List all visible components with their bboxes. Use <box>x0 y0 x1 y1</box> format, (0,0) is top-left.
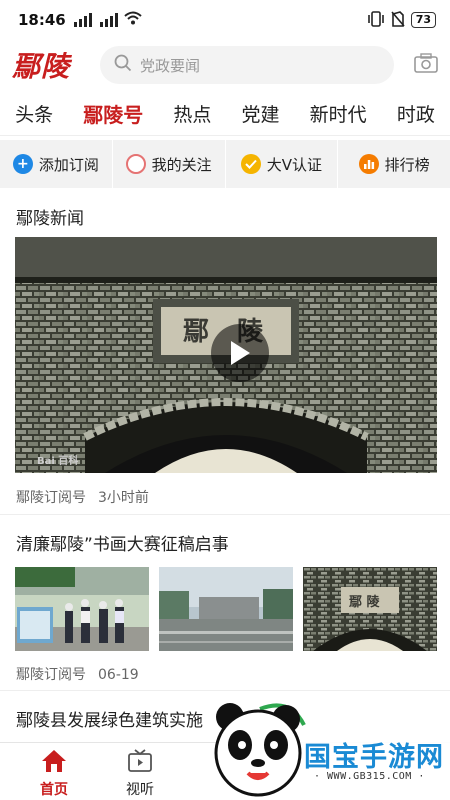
home-icon <box>41 750 67 777</box>
tv-icon <box>127 749 153 777</box>
feed-image-row: 鄢 陵 <box>15 567 437 651</box>
plus-circle-icon: + <box>12 154 33 174</box>
svg-text:鄢 陵: 鄢 陵 <box>349 594 381 610</box>
camera-icon <box>414 53 438 77</box>
divider <box>0 690 450 691</box>
ad-brand: 国宝手游网 <box>304 742 444 773</box>
action-label: 添加订阅 <box>38 155 99 174</box>
ring-icon <box>125 154 146 174</box>
nav-home[interactable]: 首页 <box>24 749 84 799</box>
divider <box>0 514 450 515</box>
nav-label: 视听 <box>126 782 154 798</box>
nav-media[interactable]: 视听 <box>110 749 170 799</box>
feed-item-title[interactable]: 鄢陵县发展绿色建筑实施 <box>16 706 203 731</box>
bar-chart-icon <box>358 154 379 174</box>
my-follows-button[interactable]: 我的关注 <box>113 140 226 188</box>
status-time: 18:46 <box>18 11 66 29</box>
action-label: 大V认证 <box>266 155 322 174</box>
site-watermark-ad: 国宝手游网 · WWW.GB315.COM · <box>200 695 450 800</box>
feed-time: 3小时前 <box>98 490 149 506</box>
thumbnail-image[interactable]: 鄢 陵 <box>303 567 437 651</box>
tab-party[interactable]: 党建 <box>242 100 280 127</box>
ranking-button[interactable]: 排行榜 <box>338 140 450 188</box>
thumbnail-image[interactable] <box>159 567 293 651</box>
signal-icon-2 <box>99 13 118 27</box>
nav-label: 首页 <box>40 782 68 798</box>
camera-button[interactable] <box>394 53 438 77</box>
search-placeholder: 党政要闻 <box>140 56 201 75</box>
wifi-icon <box>124 11 142 29</box>
feed-source[interactable]: 鄢陵订阅号 <box>16 490 86 506</box>
check-circle-icon <box>240 154 261 174</box>
app-logo: 鄢陵 <box>12 50 71 83</box>
play-button[interactable] <box>211 324 269 382</box>
no-sim-icon <box>391 10 405 30</box>
thumbnail-image[interactable] <box>15 567 149 651</box>
action-label: 我的关注 <box>151 155 212 174</box>
verified-v-button[interactable]: 大V认证 <box>226 140 339 188</box>
subscription-actions: + 添加订阅 我的关注 大V认证 排行榜 <box>0 140 450 188</box>
feed-item-title[interactable]: 鄢陵新闻 <box>16 204 84 229</box>
action-label: 排行榜 <box>384 155 430 174</box>
video-thumbnail[interactable]: 鄢 陵 Bai 百科 <box>15 237 437 473</box>
add-subscription-button[interactable]: + 添加订阅 <box>0 140 113 188</box>
tab-hot[interactable]: 热点 <box>173 100 211 127</box>
search-bar[interactable]: 党政要闻 <box>100 46 394 84</box>
svg-text:鄢: 鄢 <box>183 317 209 347</box>
signal-icon <box>73 13 92 27</box>
video-watermark: Bai 百科 <box>37 456 79 467</box>
app-header: 鄢陵 党政要闻 <box>0 40 450 90</box>
tab-politics[interactable]: 时政 <box>397 100 435 127</box>
feed-time: 06-19 <box>98 667 139 683</box>
battery-icon: 73 <box>410 12 436 28</box>
ad-url: · WWW.GB315.COM · <box>314 771 425 782</box>
tab-new-era[interactable]: 新时代 <box>310 100 367 127</box>
search-icon <box>114 54 132 76</box>
vibrate-icon <box>367 10 385 30</box>
feed-source[interactable]: 鄢陵订阅号 <box>16 667 86 683</box>
feed-item-meta: 鄢陵订阅号 06-19 <box>16 664 139 684</box>
feed-item-meta: 鄢陵订阅号 3小时前 <box>16 487 149 507</box>
tab-yanling-hao[interactable]: 鄢陵号 <box>83 99 143 128</box>
channel-tabs: 头条 鄢陵号 热点 党建 新时代 时政 <box>0 92 450 136</box>
tab-headlines[interactable]: 头条 <box>15 100 53 127</box>
status-bar: 18:46 73 <box>0 0 450 40</box>
feed-item-title[interactable]: 清廉鄢陵”书画大赛征稿启事 <box>16 530 229 555</box>
